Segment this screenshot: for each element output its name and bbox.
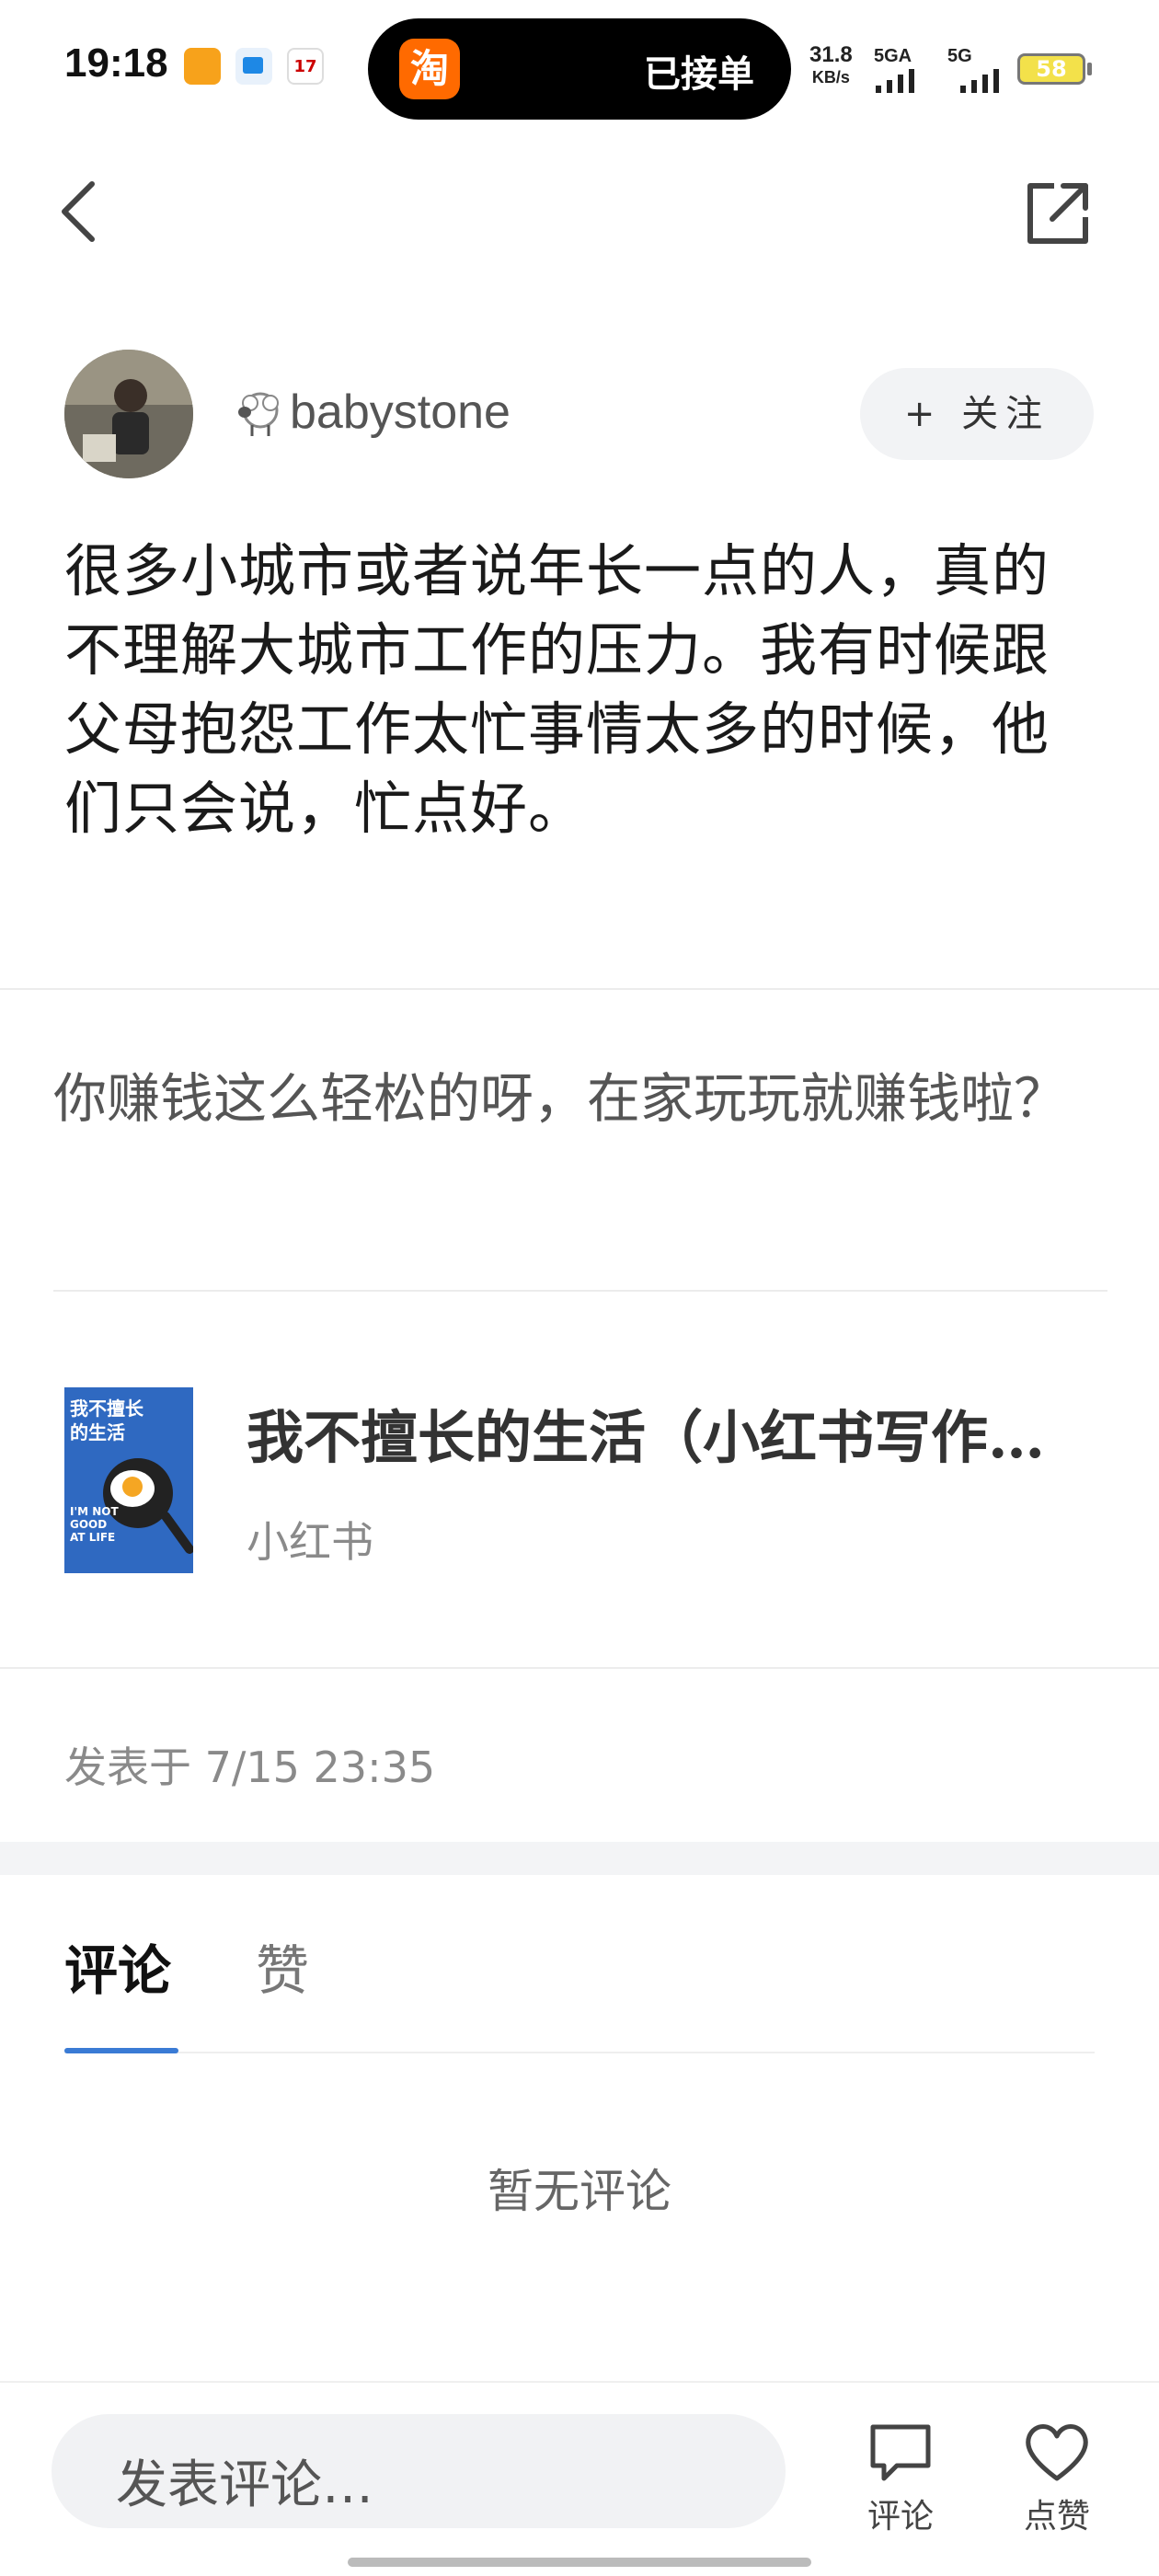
share-button[interactable]	[1021, 177, 1095, 250]
comment-button[interactable]: 评论	[850, 2418, 951, 2537]
post-timestamp: 发表于 7/15 23:35	[64, 1742, 436, 1792]
network-speed-unit: KB/s	[811, 68, 850, 86]
comment-button-label: 评论	[866, 2498, 934, 2536]
section-separator	[0, 1842, 1159, 1875]
comment-input-placeholder: 发表评论…	[116, 2455, 373, 2515]
heart-icon	[1026, 2424, 1088, 2481]
back-button[interactable]	[52, 175, 107, 248]
signal-5ga: 5GA	[874, 46, 938, 98]
book-source: 小红书	[247, 1517, 373, 1567]
app-notification-icon	[235, 48, 272, 85]
status-time: 19:18	[64, 40, 168, 86]
signal-label: 5GA	[874, 46, 912, 66]
tab-active-indicator	[64, 2048, 178, 2053]
divider	[0, 1667, 1159, 1669]
battery-level: 58	[1036, 56, 1067, 82]
quote-text: 你赚钱这么轻松的呀，在家玩玩就赚钱啦？	[53, 1067, 1068, 1130]
battery-cap	[1087, 63, 1092, 75]
empty-comments-text: 暂无评论	[488, 2165, 671, 2218]
post-text: 很多小城市或者说年长一点的人，真的不理解大城市工作的压力。我有时候跟父母抱怨工作…	[64, 537, 1050, 842]
follow-button[interactable]: + 关注	[860, 368, 1094, 460]
taobao-icon: 淘	[399, 39, 460, 99]
dynamic-island[interactable]: 淘 已接单	[368, 18, 791, 120]
author-name[interactable]: babystone	[290, 385, 511, 440]
comment-icon	[870, 2424, 931, 2481]
signal-5g: 5G	[947, 46, 1012, 98]
calendar-icon: 17	[287, 48, 324, 85]
frying-pan-egg-icon	[103, 1458, 193, 1554]
signal-bars-icon	[960, 69, 999, 93]
island-status-text: 已接单	[644, 53, 754, 96]
chevron-left-icon	[62, 181, 95, 242]
avatar[interactable]	[64, 350, 193, 478]
network-speed-value: 31.8	[809, 42, 853, 67]
network-speed: 31.8 KB/s	[809, 44, 853, 88]
home-indicator[interactable]	[348, 2558, 811, 2567]
tab-comments[interactable]: 评论	[64, 1927, 171, 2005]
app-notification-icon	[184, 48, 221, 85]
book-title[interactable]: 我不擅长的生活（小红书写作…	[247, 1391, 1102, 1474]
like-button-label: 点赞	[1023, 2498, 1090, 2536]
signal-label: 5G	[947, 46, 972, 66]
tab-divider	[64, 2052, 1095, 2053]
divider	[0, 988, 1159, 990]
book-cover[interactable]: 我不擅长 的生活 I'M NOT GOOD AT LIFE	[64, 1387, 193, 1573]
divider	[53, 1290, 1107, 1292]
signal-bars-icon	[876, 69, 914, 93]
bottom-bar-divider	[0, 2381, 1159, 2383]
sheep-badge-icon	[234, 386, 287, 440]
share-icon	[1027, 183, 1088, 244]
like-button[interactable]: 点赞	[1006, 2418, 1107, 2537]
tab-likes[interactable]: 赞	[256, 1927, 309, 2005]
battery-icon: 58	[1017, 53, 1085, 85]
book-cover-subtitle: I'M NOT GOOD AT LIFE	[70, 1505, 119, 1544]
comment-input[interactable]: 发表评论…	[52, 2414, 786, 2528]
avatar-photo	[64, 350, 193, 478]
